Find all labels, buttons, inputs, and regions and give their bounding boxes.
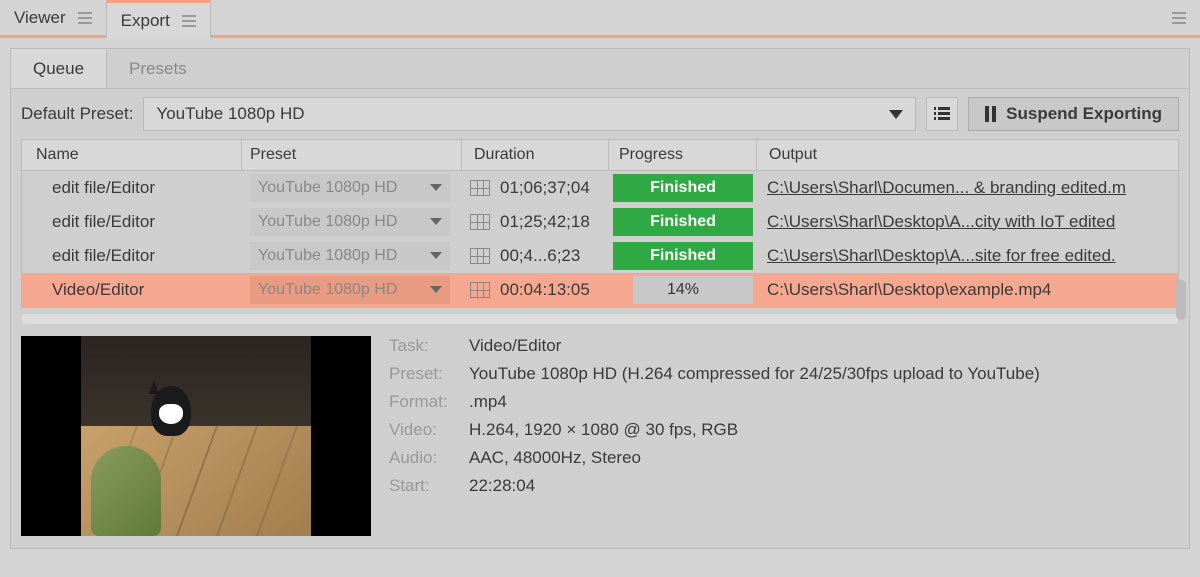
cell-name: edit file/Editor xyxy=(22,212,242,232)
detail-start-value: 22:28:04 xyxy=(469,476,535,496)
cell-output[interactable]: C:\Users\Sharl\Desktop\example.mp4 xyxy=(757,280,1178,300)
filmstrip-icon[interactable] xyxy=(470,214,490,230)
detail-task-label: Task: xyxy=(389,336,469,356)
table-row[interactable]: edit file/Editor YouTube 1080p HD 01;25;… xyxy=(22,205,1178,239)
cell-name: edit file/Editor xyxy=(22,178,242,198)
tab-export-label: Export xyxy=(121,11,170,31)
cell-progress: Finished xyxy=(609,242,757,270)
column-progress[interactable]: Progress xyxy=(609,140,757,170)
tab-export[interactable]: Export xyxy=(106,0,211,38)
tab-viewer[interactable]: Viewer xyxy=(0,0,106,35)
cell-name: Video/Editor xyxy=(22,280,242,300)
cell-progress: Finished xyxy=(609,208,757,236)
detail-preset-label: Preset: xyxy=(389,364,469,384)
column-output[interactable]: Output xyxy=(757,140,1178,170)
queue-table: Name Preset Duration Progress Output edi… xyxy=(11,139,1189,308)
chevron-down-icon xyxy=(430,286,442,293)
suspend-button-label: Suspend Exporting xyxy=(1006,104,1162,124)
duration-value: 00;4...6;23 xyxy=(500,246,580,266)
top-tabs: Viewer Export xyxy=(0,0,1200,38)
chevron-down-icon xyxy=(430,252,442,259)
detail-audio-value: AAC, 48000Hz, Stereo xyxy=(469,448,641,468)
tab-presets[interactable]: Presets xyxy=(107,49,209,88)
cell-preset: YouTube 1080p HD xyxy=(242,276,462,304)
row-preset-value: YouTube 1080p HD xyxy=(258,247,397,265)
list-icon xyxy=(934,107,950,121)
table-body: edit file/Editor YouTube 1080p HD 01;06;… xyxy=(21,171,1179,308)
default-preset-label: Default Preset: xyxy=(21,104,133,124)
status-finished-badge: Finished xyxy=(613,174,753,202)
table-row[interactable]: edit file/Editor YouTube 1080p HD 00;4..… xyxy=(22,239,1178,273)
duration-value: 00:04:13:05 xyxy=(500,280,590,300)
detail-audio-label: Audio: xyxy=(389,448,469,468)
cell-preset: YouTube 1080p HD xyxy=(242,208,462,236)
export-panel: Queue Presets Default Preset: YouTube 10… xyxy=(10,48,1190,549)
hamburger-icon[interactable] xyxy=(78,12,92,24)
cell-preset: YouTube 1080p HD xyxy=(242,174,462,202)
row-preset-value: YouTube 1080p HD xyxy=(258,281,397,299)
cell-output[interactable]: C:\Users\Sharl\Desktop\A...site for free… xyxy=(757,246,1178,266)
column-name[interactable]: Name xyxy=(22,140,242,170)
filmstrip-icon[interactable] xyxy=(470,180,490,196)
preset-bar: Default Preset: YouTube 1080p HD Suspend… xyxy=(11,89,1189,139)
duration-value: 01;25;42;18 xyxy=(500,212,590,232)
cell-duration: 01;06;37;04 xyxy=(462,178,609,198)
sub-tabs: Queue Presets xyxy=(11,49,1189,89)
cell-duration: 00;4...6;23 xyxy=(462,246,609,266)
hamburger-icon[interactable] xyxy=(182,15,196,27)
cell-duration: 00:04:13:05 xyxy=(462,280,609,300)
cell-output[interactable]: C:\Users\Sharl\Documen... & branding edi… xyxy=(757,178,1178,198)
row-preset-select[interactable]: YouTube 1080p HD xyxy=(250,174,450,202)
duration-value: 01;06;37;04 xyxy=(500,178,590,198)
filmstrip-icon[interactable] xyxy=(470,248,490,264)
detail-format-label: Format: xyxy=(389,392,469,412)
filmstrip-icon[interactable] xyxy=(470,282,490,298)
column-preset[interactable]: Preset xyxy=(242,140,462,170)
list-view-button[interactable] xyxy=(926,97,958,131)
table-row[interactable]: edit file/Editor YouTube 1080p HD 01;06;… xyxy=(22,171,1178,205)
row-preset-select[interactable]: YouTube 1080p HD xyxy=(250,242,450,270)
suspend-exporting-button[interactable]: Suspend Exporting xyxy=(968,97,1179,131)
horizontal-scrollbar[interactable] xyxy=(21,314,1179,324)
detail-format-value: .mp4 xyxy=(469,392,507,412)
detail-start-label: Start: xyxy=(389,476,469,496)
cell-output[interactable]: C:\Users\Sharl\Desktop\A...city with IoT… xyxy=(757,212,1178,232)
cell-progress: Finished xyxy=(609,174,757,202)
detail-info: Task:Video/Editor Preset:YouTube 1080p H… xyxy=(389,336,1040,536)
progress-bar: 14% xyxy=(613,276,753,304)
row-preset-select[interactable]: YouTube 1080p HD xyxy=(250,276,450,304)
pause-icon xyxy=(985,106,996,122)
row-preset-select[interactable]: YouTube 1080p HD xyxy=(250,208,450,236)
chevron-down-icon xyxy=(430,184,442,191)
cell-progress: 14% xyxy=(609,276,757,304)
details-section: Task:Video/Editor Preset:YouTube 1080p H… xyxy=(11,324,1189,548)
default-preset-value: YouTube 1080p HD xyxy=(156,104,304,124)
hamburger-icon[interactable] xyxy=(1172,12,1186,24)
status-finished-badge: Finished xyxy=(613,242,753,270)
row-preset-value: YouTube 1080p HD xyxy=(258,179,397,197)
cell-duration: 01;25;42;18 xyxy=(462,212,609,232)
preview-thumbnail xyxy=(21,336,371,536)
status-finished-badge: Finished xyxy=(613,208,753,236)
chevron-down-icon xyxy=(889,110,903,119)
detail-task-value: Video/Editor xyxy=(469,336,561,356)
cell-preset: YouTube 1080p HD xyxy=(242,242,462,270)
tab-queue[interactable]: Queue xyxy=(11,49,107,88)
row-preset-value: YouTube 1080p HD xyxy=(258,213,397,231)
chevron-down-icon xyxy=(430,218,442,225)
detail-preset-value: YouTube 1080p HD (H.264 compressed for 2… xyxy=(469,364,1040,384)
table-header: Name Preset Duration Progress Output xyxy=(21,139,1179,171)
detail-video-value: H.264, 1920 × 1080 @ 30 fps, RGB xyxy=(469,420,738,440)
column-duration[interactable]: Duration xyxy=(462,140,609,170)
vertical-scrollbar[interactable] xyxy=(1176,280,1186,320)
cell-name: edit file/Editor xyxy=(22,246,242,266)
default-preset-select[interactable]: YouTube 1080p HD xyxy=(143,97,916,131)
detail-video-label: Video: xyxy=(389,420,469,440)
tab-viewer-label: Viewer xyxy=(14,8,66,28)
table-row[interactable]: Video/Editor YouTube 1080p HD 00:04:13:0… xyxy=(22,273,1178,307)
